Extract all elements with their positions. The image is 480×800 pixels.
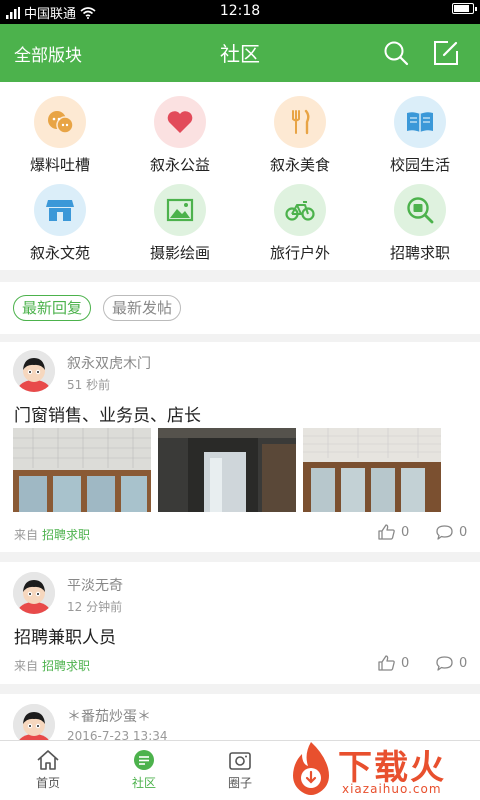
post-source: 来自 招聘求职 xyxy=(14,657,90,674)
flame-logo-icon xyxy=(293,742,329,795)
watermark-subtext: xiazaihuo.com xyxy=(342,782,442,796)
post-card[interactable]: 平淡无奇 12 分钟前 招聘兼职人员 来自 招聘求职 0 0 xyxy=(0,562,480,684)
nav-circle[interactable]: 圈子 xyxy=(200,747,280,797)
nav-home[interactable]: 首页 xyxy=(8,747,88,797)
post-time: 12 分钟前 xyxy=(67,600,123,614)
category-label: 摄影绘画 xyxy=(149,244,210,262)
source-tag-link[interactable]: 招聘求职 xyxy=(42,528,90,542)
watermark-logo: 下载火 xiazaihuo.com xyxy=(284,738,480,800)
status-right xyxy=(452,3,477,14)
heart-icon xyxy=(167,111,193,133)
gossip-face-icon xyxy=(48,111,74,134)
source-tag-link[interactable]: 招聘求职 xyxy=(42,659,90,673)
category-label: 校园生活 xyxy=(389,156,450,174)
category-icon-bg xyxy=(154,96,206,148)
thumbs-up-icon xyxy=(378,655,395,671)
post-photo[interactable] xyxy=(158,428,296,512)
nav-community-label: 社区 xyxy=(131,776,156,790)
comment-icon xyxy=(436,525,453,540)
like-button[interactable]: 0 xyxy=(378,524,409,540)
community-chat-icon xyxy=(134,750,154,770)
user-avatar-icon xyxy=(13,350,55,392)
source-prefix: 来自 xyxy=(14,659,39,673)
nav-community[interactable]: 社区 xyxy=(104,747,184,797)
category-label: 爆料吐槽 xyxy=(29,156,90,174)
category-label: 叙永文苑 xyxy=(29,244,90,262)
avatar[interactable] xyxy=(13,350,55,392)
category-icon-bg xyxy=(394,96,446,148)
comment-button[interactable]: 0 xyxy=(436,524,467,540)
comment-icon xyxy=(436,656,453,671)
post-author[interactable]: 平淡无奇 xyxy=(67,575,123,595)
category-meishi[interactable]: 叙永美食 xyxy=(240,86,360,174)
user-avatar-icon xyxy=(13,704,55,740)
category-icon-bg xyxy=(34,184,86,236)
avatar[interactable] xyxy=(13,704,55,740)
tab-latest-reply[interactable]: 最新回复 xyxy=(13,295,92,321)
book-icon xyxy=(407,112,433,132)
home-icon xyxy=(37,750,59,770)
category-baoliao[interactable]: 爆料吐槽 xyxy=(0,86,120,174)
thumbs-up-icon xyxy=(378,524,395,540)
category-label: 叙永公益 xyxy=(149,156,210,174)
compose-icon[interactable] xyxy=(432,39,460,67)
nav-circle-label: 圈子 xyxy=(227,776,252,790)
post-title[interactable]: 招聘兼职人员 xyxy=(14,623,116,648)
post-card[interactable]: ＊番茄炒蛋＊ 2016-7-23 13:34 xyxy=(0,694,480,740)
category-xiaoyuan[interactable]: 校园生活 xyxy=(360,86,480,174)
post-author[interactable]: 叙永双虎木门 xyxy=(67,353,151,373)
category-sheying[interactable]: 摄影绘画 xyxy=(120,174,240,262)
filter-tabs: 最新回复 最新发帖 xyxy=(0,282,480,334)
comment-count: 0 xyxy=(459,524,468,540)
search-icon[interactable] xyxy=(382,39,410,67)
post-title[interactable]: 门窗销售、业务员、店长 xyxy=(14,401,201,426)
category-wenyuan[interactable]: 叙永文苑 xyxy=(0,174,120,262)
category-label: 旅行户外 xyxy=(269,244,330,262)
post-photo[interactable] xyxy=(13,428,151,512)
user-avatar-icon xyxy=(13,572,55,614)
post-photo[interactable] xyxy=(303,428,441,512)
status-bar: 中国联通 12:18 xyxy=(0,0,480,24)
store-icon xyxy=(46,200,74,221)
post-author[interactable]: ＊番茄炒蛋＊ xyxy=(67,706,151,726)
like-count: 0 xyxy=(401,524,410,540)
picture-icon xyxy=(166,198,194,222)
category-lvxing[interactable]: 旅行户外 xyxy=(240,174,360,262)
source-prefix: 来自 xyxy=(14,528,39,542)
category-icon-bg xyxy=(154,184,206,236)
avatar[interactable] xyxy=(13,572,55,614)
battery-fill xyxy=(454,5,470,12)
category-grid: 爆料吐槽 叙永公益 叙永美食 校园生活 叙永文苑 摄影绘画 旅行户外 招聘求职 xyxy=(0,82,480,270)
fork-knife-icon xyxy=(292,109,310,135)
job-search-icon xyxy=(407,197,434,224)
comment-button[interactable]: 0 xyxy=(436,655,467,671)
camera-icon xyxy=(229,752,251,770)
category-icon-bg xyxy=(394,184,446,236)
post-source: 来自 招聘求职 xyxy=(14,526,90,543)
post-time: 2016-7-23 13:34 xyxy=(67,729,168,740)
category-icon-bg xyxy=(274,184,326,236)
tab-latest-post[interactable]: 最新发帖 xyxy=(103,295,182,321)
battery-icon xyxy=(452,3,477,14)
category-label: 叙永美食 xyxy=(269,156,330,174)
post-time: 51 秒前 xyxy=(67,378,111,392)
comment-count: 0 xyxy=(459,655,468,671)
app-header: 全部版块 社区 xyxy=(0,24,480,82)
category-icon-bg xyxy=(34,96,86,148)
like-count: 0 xyxy=(401,655,410,671)
nav-home-label: 首页 xyxy=(35,776,60,790)
category-icon-bg xyxy=(274,96,326,148)
status-time: 12:18 xyxy=(219,3,261,19)
category-label: 招聘求职 xyxy=(389,244,450,262)
post-card[interactable]: 叙永双虎木门 51 秒前 门窗销售、业务员、店长 来自 招聘求职 0 0 xyxy=(0,342,480,552)
category-gongyi[interactable]: 叙永公益 xyxy=(120,86,240,174)
category-zhaopin[interactable]: 招聘求职 xyxy=(360,174,480,262)
bicycle-icon xyxy=(285,201,315,221)
like-button[interactable]: 0 xyxy=(378,655,409,671)
